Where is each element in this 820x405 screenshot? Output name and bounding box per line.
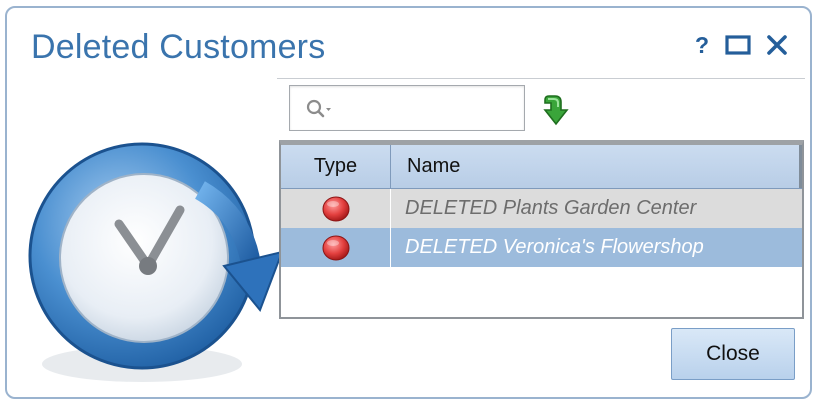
close-window-button[interactable] xyxy=(766,34,788,56)
type-cell xyxy=(281,189,391,228)
type-cell xyxy=(281,228,391,267)
customers-table: Type Name DELETED Plants Garden Center D… xyxy=(279,140,804,319)
title-bar-buttons: ? xyxy=(694,30,788,60)
help-icon: ? xyxy=(694,31,710,58)
close-button[interactable]: Close xyxy=(671,328,795,380)
search-icon[interactable] xyxy=(306,99,332,119)
deleted-customers-dialog: Deleted Customers ? Type Name DELETED Pl… xyxy=(5,6,812,399)
column-header-name[interactable]: Name xyxy=(391,145,802,188)
table-row[interactable]: DELETED Plants Garden Center xyxy=(281,189,802,228)
search-box[interactable] xyxy=(289,85,525,131)
maximize-icon xyxy=(725,35,751,55)
refresh-icon[interactable] xyxy=(539,94,569,126)
customer-name: DELETED Plants Garden Center xyxy=(405,197,697,219)
dialog-title: Deleted Customers xyxy=(31,28,326,66)
column-header-type[interactable]: Type xyxy=(281,145,391,188)
help-button[interactable]: ? xyxy=(694,32,710,59)
search-input[interactable] xyxy=(338,94,522,124)
table-row-selected[interactable]: DELETED Veronica's Flowershop xyxy=(281,228,802,267)
table-header: Type Name xyxy=(281,145,802,189)
close-icon xyxy=(767,35,787,55)
red-circle-icon xyxy=(322,235,349,260)
header-divider xyxy=(277,78,805,79)
customer-name: DELETED Veronica's Flowershop xyxy=(405,236,704,258)
maximize-button[interactable] xyxy=(724,34,752,56)
red-circle-icon xyxy=(322,196,349,221)
clock-history-icon xyxy=(28,142,284,382)
